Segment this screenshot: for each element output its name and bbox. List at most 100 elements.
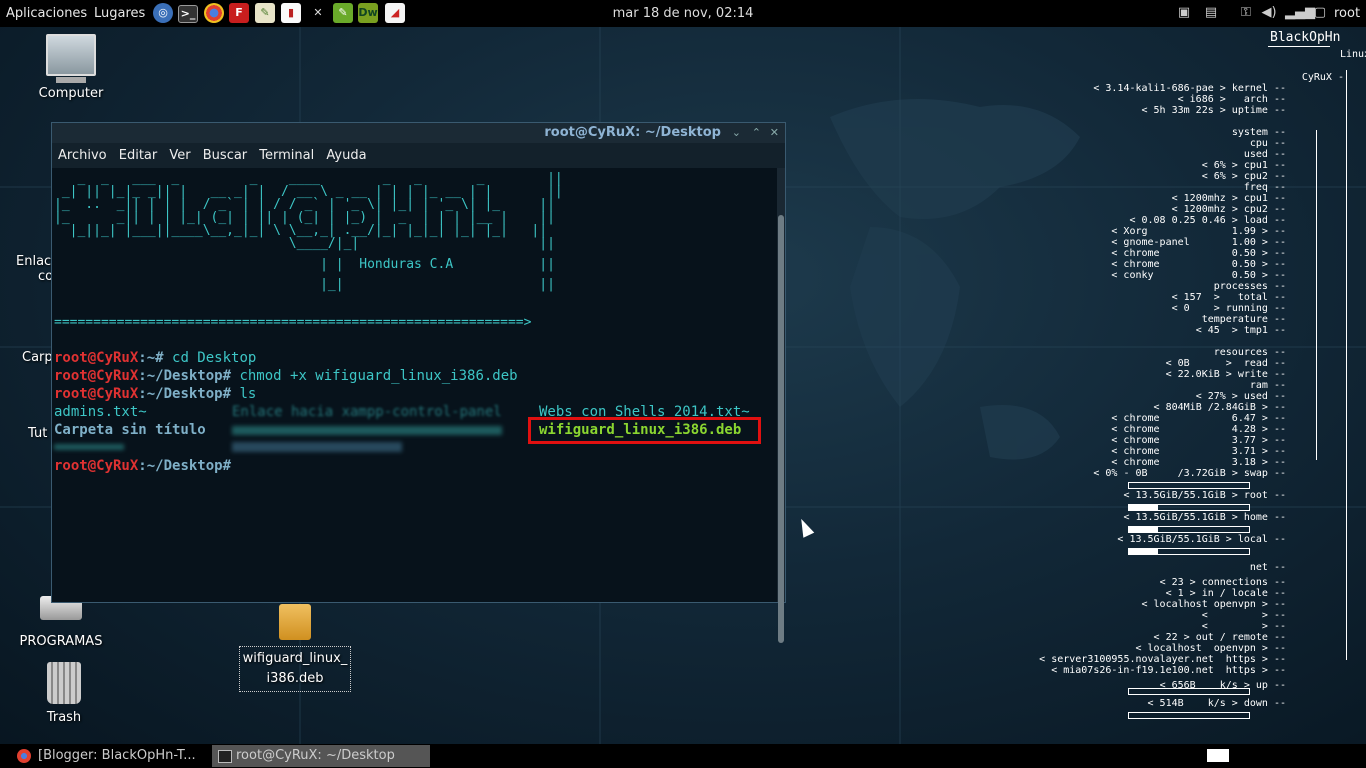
desktop-icon-enlace[interactable]: Enlac co <box>16 254 53 284</box>
conky-line: < chrome 6.47 > -- <box>1111 413 1286 424</box>
command-text: cd Desktop <box>163 350 257 366</box>
conky-line: cpu -- <box>1249 138 1286 149</box>
prompt-path: :~/Desktop# <box>138 368 232 384</box>
ls-file: admins.txt~ <box>54 404 147 420</box>
terminal-menubar: Archivo Editar Ver Buscar Terminal Ayuda <box>52 143 785 168</box>
terminal-titlebar[interactable]: root@CyRuX: ~/Desktop ⌄ ⌃ ✕ <box>52 123 785 143</box>
chrome-icon <box>17 749 31 763</box>
conky-line: < mia07s26-in-f19.1e100.net https > -- <box>1051 665 1286 676</box>
conky-host: BlackOpHn <box>1270 30 1341 45</box>
conky-line: used -- <box>1243 149 1286 160</box>
conky-line: < 0B > read -- <box>1165 358 1286 369</box>
close-icon[interactable]: ✕ <box>770 123 779 143</box>
taskbar-item-terminal[interactable]: root@CyRuX: ~/Desktop <box>212 745 430 767</box>
chat-icon[interactable]: ▢ <box>1310 4 1330 22</box>
calendar-icon[interactable]: ▤ <box>1201 4 1221 22</box>
computer-desktop-icon[interactable]: Computer <box>30 34 112 101</box>
scrollbar-thumb[interactable] <box>778 215 784 643</box>
conky-monitor: BlackOpHn Linux CyRuX - < 3.14-kali1-686-… <box>1039 30 1366 730</box>
terminal-window[interactable]: root@CyRuX: ~/Desktop ⌄ ⌃ ✕ Archivo Edit… <box>51 122 786 643</box>
programas-desktop-icon[interactable]: PROGRAMAS <box>16 596 106 649</box>
terminal-line: root@CyRuX:~/Desktop# ls <box>54 385 256 403</box>
camera-icon[interactable]: ▣ <box>1174 4 1194 22</box>
conky-tree-line <box>1346 70 1347 660</box>
signal-icon[interactable]: ▂▄▆ <box>1285 4 1315 22</box>
maximize-icon[interactable]: ⌃ <box>752 123 761 143</box>
conky-bar-fill <box>1129 549 1159 554</box>
clock[interactable]: mar 18 de nov, 02:14 <box>0 0 1366 27</box>
conky-rule <box>1268 46 1330 47</box>
conky-line: < > -- <box>1201 621 1286 632</box>
conky-bar-swap <box>1128 482 1250 489</box>
taskbar-label: root@CyRuX: ~/Desktop <box>236 748 395 763</box>
network-icon[interactable]: ⚿ <box>1236 4 1256 22</box>
desktop-icon-carpeta[interactable]: Carp <box>22 350 53 365</box>
scrollbar[interactable] <box>777 168 785 643</box>
prompt-user: root@CyRuX <box>54 350 139 366</box>
conky-line: < 6% > cpu1 -- <box>1201 160 1286 171</box>
prompt-user: root@CyRuX <box>54 386 139 402</box>
trash-icon <box>47 662 81 704</box>
conky-bar-fill <box>1129 527 1159 532</box>
package-icon <box>279 604 311 640</box>
conky-line: system -- <box>1231 127 1286 138</box>
conky-line: net -- <box>1249 562 1286 573</box>
menu-terminal[interactable]: Terminal <box>259 148 314 163</box>
prompt-user: root@CyRuX <box>54 368 139 384</box>
conky-line: < 13.5GiB/55.1GiB > home -- <box>1123 512 1286 523</box>
window-menu-icon[interactable]: ⌄ <box>732 123 741 143</box>
menu-archivo[interactable]: Archivo <box>58 148 107 163</box>
taskbar-item-blogger[interactable]: [Blogger: BlackOpHn-T... <box>14 745 228 767</box>
conky-line: ram -- <box>1249 380 1286 391</box>
user-menu[interactable]: root <box>1334 0 1360 27</box>
terminal-line: root@CyRuX:~# cd Desktop <box>54 349 256 367</box>
programas-label: PROGRAMAS <box>19 634 103 649</box>
ls-directory: Carpeta sin título <box>54 422 206 438</box>
conky-line: CyRuX - <box>1301 72 1344 83</box>
menu-buscar[interactable]: Buscar <box>203 148 247 163</box>
volume-icon[interactable]: ◀) <box>1259 4 1279 22</box>
taskbar-label: [Blogger: BlackOpHn-T... <box>38 748 196 763</box>
trash-desktop-icon[interactable]: Trash <box>26 662 102 725</box>
conky-line: < 157 > total -- <box>1171 292 1286 303</box>
top-panel: Aplicaciones Lugares ◎ >_ F ✎ ▮ ✕ ✎ Dw ◢… <box>0 0 1366 27</box>
conky-line: < 5h 33m 22s > uptime -- <box>1141 105 1287 116</box>
conky-line: < 22 > out / remote -- <box>1153 632 1286 643</box>
conky-line: < localhost openvpn > -- <box>1135 643 1286 654</box>
partial-label: Tut <box>28 426 48 441</box>
partial-label: Enlac <box>16 254 52 269</box>
conky-line: processes -- <box>1213 281 1286 292</box>
terminal-line: root@CyRuX:~/Desktop# chmod +x wifiguard… <box>54 367 518 385</box>
ls-blurred-entry: Enlace hacia xampp-control-panel <box>232 404 502 420</box>
deb-file-desktop-icon[interactable]: wifiguard_linux_ i386.deb <box>239 604 351 692</box>
conky-line: < > -- <box>1201 610 1286 621</box>
computer-label: Computer <box>38 86 104 101</box>
conky-line: temperature -- <box>1201 314 1286 325</box>
ascii-banner-separator: ========================================… <box>54 315 532 330</box>
conky-line: < Xorg 1.99 > -- <box>1111 226 1286 237</box>
conky-line: < chrome 0.50 > -- <box>1111 259 1286 270</box>
conky-line: freq -- <box>1243 182 1286 193</box>
conky-line: < chrome 3.71 > -- <box>1111 446 1286 457</box>
conky-net-graph-up <box>1128 688 1250 695</box>
menu-editar[interactable]: Editar <box>119 148 158 163</box>
command-text: ls <box>231 386 257 402</box>
menu-ayuda[interactable]: Ayuda <box>326 148 366 163</box>
prompt-path: :~# <box>138 350 164 366</box>
menu-ver[interactable]: Ver <box>169 148 190 163</box>
ascii-banner-line: \____/|_| || <box>54 236 555 251</box>
conky-line: < 1 > in / locale -- <box>1165 588 1286 599</box>
workspace-switcher[interactable] <box>1207 749 1229 762</box>
conky-line: < 1200mhz > cpu1 -- <box>1171 193 1286 204</box>
terminal-output[interactable]: _ _ ___ _ _ ____ _ _ _ || _| || |_|_ _||… <box>52 168 777 602</box>
conky-line: < 0% - 0B /3.72GiB > swap -- <box>1093 468 1286 479</box>
conky-line: < 0 > running -- <box>1171 303 1286 314</box>
terminal-title: root@CyRuX: ~/Desktop <box>544 125 721 140</box>
conky-line: < chrome 3.18 > -- <box>1111 457 1286 468</box>
desktop-icon-tut[interactable]: Tut <box>28 426 47 441</box>
conky-line: < chrome 3.77 > -- <box>1111 435 1286 446</box>
conky-line: < 22.0KiB > write -- <box>1165 369 1286 380</box>
conky-bar-root <box>1128 504 1250 511</box>
prompt-path: :~/Desktop# <box>138 458 232 474</box>
command-text: chmod +x wifiguard_linux_i386.deb <box>231 368 518 384</box>
